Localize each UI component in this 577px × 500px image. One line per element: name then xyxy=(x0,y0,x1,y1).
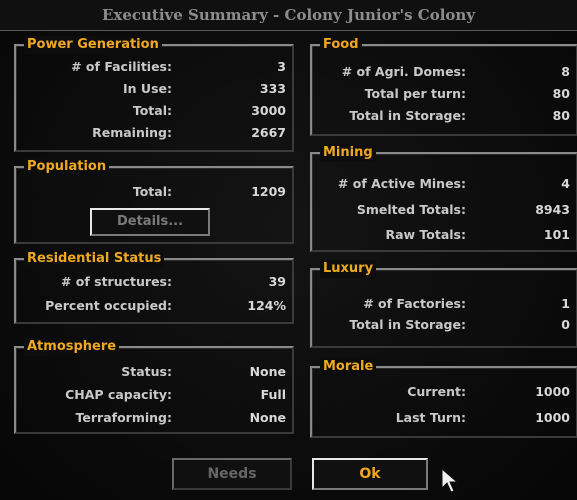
details-button[interactable]: Details... xyxy=(90,208,210,236)
mining-smelted-label: Smelted Totals: xyxy=(356,202,466,217)
mining-smelted-value: 8943 xyxy=(535,202,570,217)
food-title: Food xyxy=(320,36,362,54)
power-in-use-value: 333 xyxy=(259,81,286,96)
mining-active-mines-label: # of Active Mines: xyxy=(337,176,466,191)
morale-current-value: 1000 xyxy=(535,384,570,399)
luxury-storage-label: Total in Storage: xyxy=(349,317,466,332)
morale-panel: Morale Current: 1000 Last Turn: 1000 xyxy=(310,358,577,438)
residential-structures-row: # of structures: 39 xyxy=(16,274,292,292)
ok-button[interactable]: Ok xyxy=(312,458,428,490)
residential-status-panel: Residential Status # of structures: 39 P… xyxy=(14,250,294,324)
luxury-storage-row: Total in Storage: 0 xyxy=(312,317,576,335)
executive-summary-window: Executive Summary - Colony Junior's Colo… xyxy=(0,0,577,500)
power-in-use-label: In Use: xyxy=(123,81,172,96)
luxury-factories-row: # of Factories: 1 xyxy=(312,296,576,314)
food-per-turn-label: Total per turn: xyxy=(364,86,466,101)
residential-occupied-label: Percent occupied: xyxy=(45,298,172,313)
luxury-factories-label: # of Factories: xyxy=(363,296,466,311)
power-remaining-value: 2667 xyxy=(251,125,286,140)
food-per-turn-row: Total per turn: 80 xyxy=(312,86,576,104)
morale-last-turn-value: 1000 xyxy=(535,410,570,425)
luxury-factories-value: 1 xyxy=(561,296,570,311)
power-total-row: Total: 3000 xyxy=(16,103,292,121)
atmosphere-chap-row: CHAP capacity: Full xyxy=(16,387,292,405)
food-domes-label: # of Agri. Domes: xyxy=(341,64,466,79)
mining-raw-row: Raw Totals: 101 xyxy=(312,227,576,245)
mining-raw-value: 101 xyxy=(543,227,570,242)
atmosphere-status-row: Status: None xyxy=(16,364,292,382)
needs-button[interactable]: Needs xyxy=(172,458,292,490)
morale-title: Morale xyxy=(320,358,377,376)
population-title: Population xyxy=(24,158,110,176)
power-total-value: 3000 xyxy=(251,103,286,118)
residential-occupied-row: Percent occupied: 124% xyxy=(16,298,292,316)
window-title: Executive Summary - Colony Junior's Colo… xyxy=(0,0,577,31)
population-total-row: Total: 1209 xyxy=(16,184,292,202)
morale-last-turn-row: Last Turn: 1000 xyxy=(312,410,576,428)
luxury-storage-value: 0 xyxy=(561,317,570,332)
atmosphere-chap-value: Full xyxy=(260,387,286,402)
atmosphere-status-label: Status: xyxy=(121,364,172,379)
atmosphere-terraforming-label: Terraforming: xyxy=(75,410,172,425)
food-storage-label: Total in Storage: xyxy=(349,108,466,123)
population-total-label: Total: xyxy=(132,184,172,199)
mining-active-mines-value: 4 xyxy=(561,176,570,191)
power-remaining-label: Remaining: xyxy=(92,125,172,140)
power-facilities-row: # of Facilities: 3 xyxy=(16,59,292,77)
food-domes-row: # of Agri. Domes: 8 xyxy=(312,64,576,82)
power-total-label: Total: xyxy=(132,103,172,118)
power-generation-panel: Power Generation # of Facilities: 3 In U… xyxy=(14,36,294,152)
atmosphere-terraforming-value: None xyxy=(249,410,286,425)
arrow-cursor-icon xyxy=(441,468,459,493)
mining-raw-label: Raw Totals: xyxy=(385,227,466,242)
atmosphere-status-value: None xyxy=(249,364,286,379)
power-generation-title: Power Generation xyxy=(24,36,162,54)
residential-structures-value: 39 xyxy=(268,274,286,289)
food-storage-row: Total in Storage: 80 xyxy=(312,108,576,126)
mining-panel: Mining # of Active Mines: 4 Smelted Tota… xyxy=(310,144,577,252)
atmosphere-title: Atmosphere xyxy=(24,338,120,356)
mining-smelted-row: Smelted Totals: 8943 xyxy=(312,202,576,220)
population-panel: Population Total: 1209 Details... xyxy=(14,158,294,244)
residential-status-title: Residential Status xyxy=(24,250,165,268)
mining-title: Mining xyxy=(320,144,376,162)
luxury-panel: Luxury # of Factories: 1 Total in Storag… xyxy=(310,260,577,348)
morale-last-turn-label: Last Turn: xyxy=(395,410,466,425)
luxury-title: Luxury xyxy=(320,260,377,278)
food-storage-value: 80 xyxy=(552,108,570,123)
morale-current-label: Current: xyxy=(407,384,466,399)
population-total-value: 1209 xyxy=(251,184,286,199)
atmosphere-panel: Atmosphere Status: None CHAP capacity: F… xyxy=(14,338,294,434)
power-in-use-row: In Use: 333 xyxy=(16,81,292,99)
food-domes-value: 8 xyxy=(561,64,570,79)
power-facilities-label: # of Facilities: xyxy=(71,59,172,74)
food-panel: Food # of Agri. Domes: 8 Total per turn:… xyxy=(310,36,577,136)
atmosphere-chap-label: CHAP capacity: xyxy=(65,387,172,402)
morale-current-row: Current: 1000 xyxy=(312,384,576,402)
power-facilities-value: 3 xyxy=(277,59,286,74)
power-remaining-row: Remaining: 2667 xyxy=(16,125,292,143)
atmosphere-terraforming-row: Terraforming: None xyxy=(16,410,292,428)
mining-active-mines-row: # of Active Mines: 4 xyxy=(312,176,576,194)
food-per-turn-value: 80 xyxy=(552,86,570,101)
residential-structures-label: # of structures: xyxy=(60,274,172,289)
residential-occupied-value: 124% xyxy=(247,298,286,313)
